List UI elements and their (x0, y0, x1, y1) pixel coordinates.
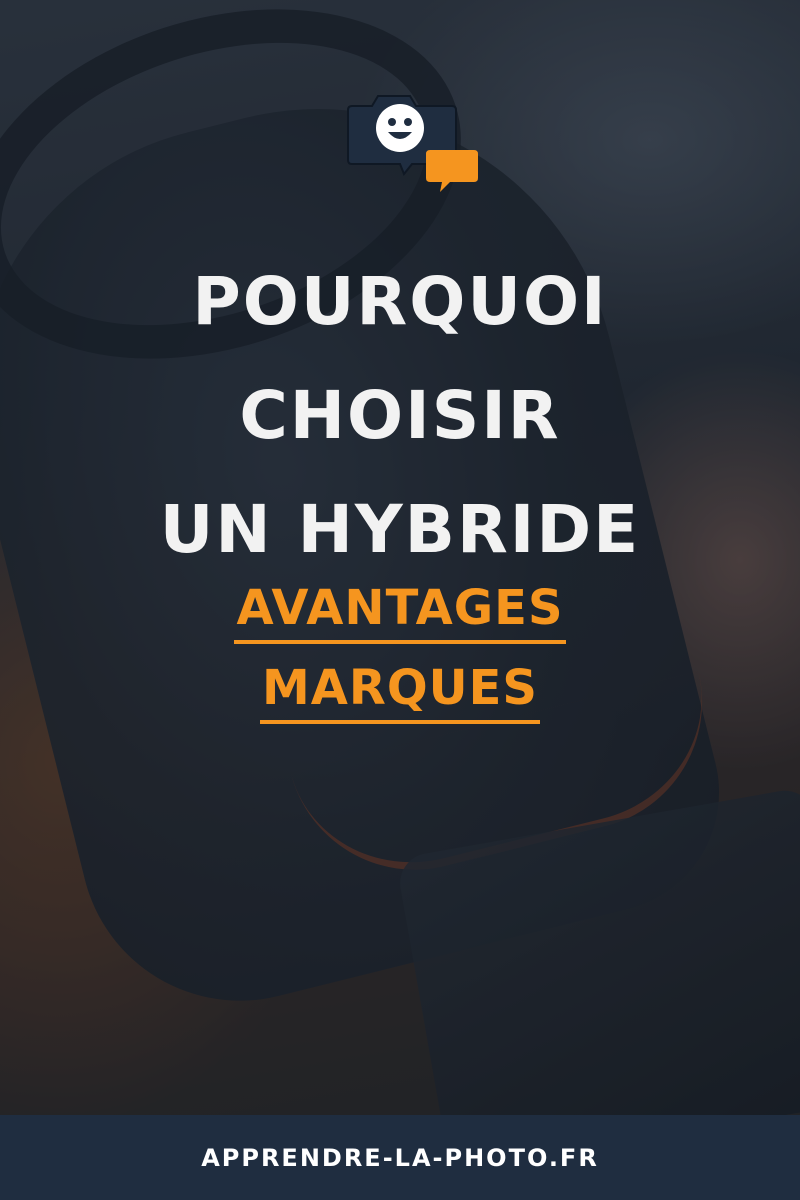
subheadline-line-1: AVANTAGES (234, 578, 566, 644)
headline-line-3: UN HYBRIDE (159, 491, 641, 568)
subheadline: AVANTAGES MARQUES (0, 578, 800, 738)
footer-bar: APPRENDRE-LA-PHOTO.FR (0, 1115, 800, 1200)
headline-line-1: POURQUOI (192, 263, 608, 340)
headline-line-2: CHOISIR (239, 377, 561, 454)
smiling-camera-chat-icon (346, 88, 480, 198)
site-url[interactable]: APPRENDRE-LA-PHOTO.FR (201, 1144, 599, 1172)
headline: POURQUOI CHOISIR UN HYBRIDE (0, 245, 800, 587)
subheadline-line-2: MARQUES (259, 658, 540, 724)
